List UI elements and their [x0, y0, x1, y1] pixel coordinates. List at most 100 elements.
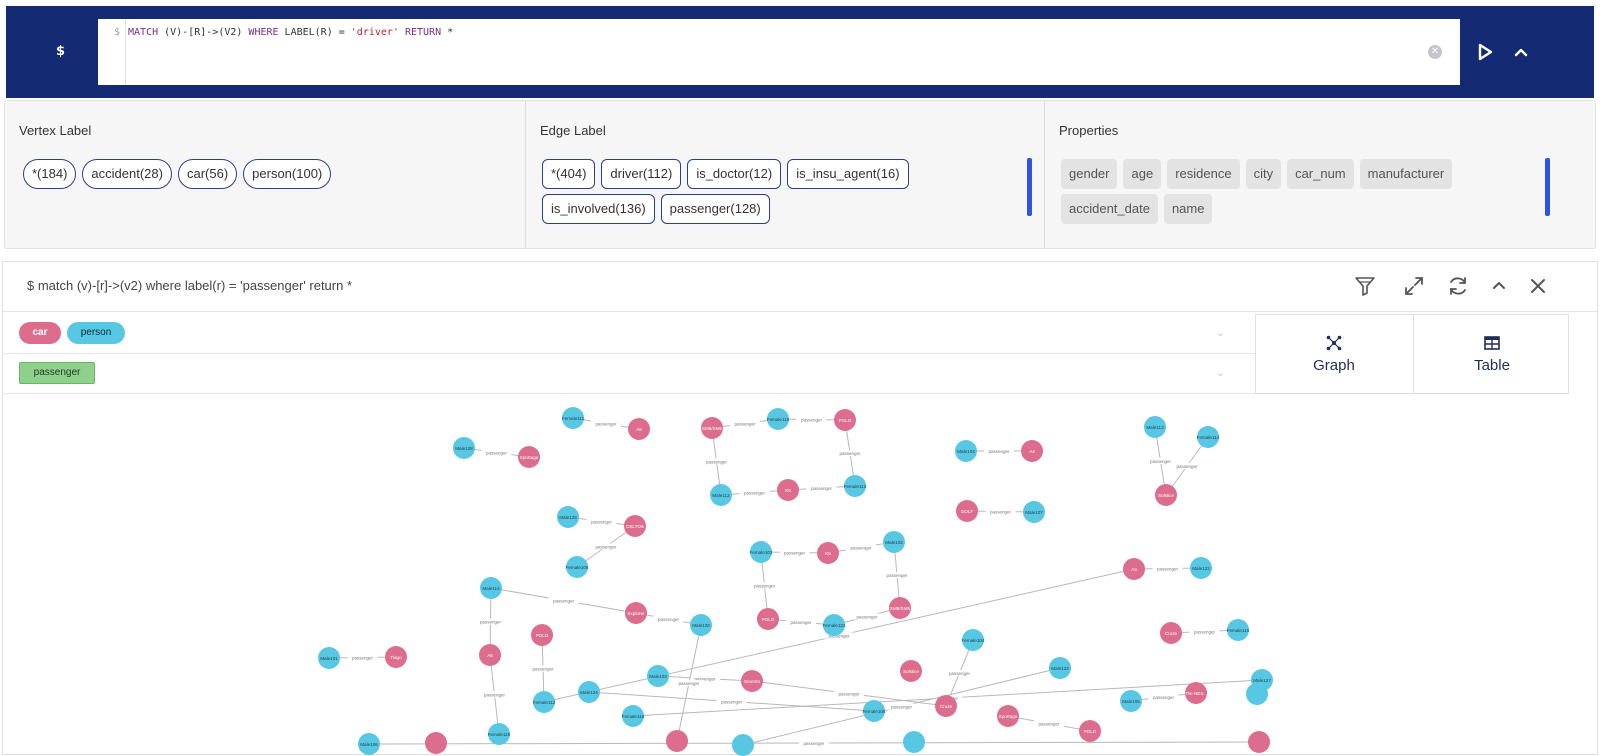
person-node[interactable]: Female112 [533, 691, 556, 713]
vertex-chip[interactable]: accident(28) [82, 159, 172, 189]
person-node[interactable]: Male124 [578, 681, 600, 703]
chevron-down-icon[interactable]: ⌄ [1216, 326, 1225, 339]
chevron-up-icon[interactable] [1512, 43, 1530, 61]
close-icon[interactable] [1526, 274, 1550, 298]
person-node[interactable]: Male101 [318, 647, 340, 669]
person-node[interactable]: Female106 [566, 556, 589, 578]
person-node[interactable]: Female102 [750, 541, 773, 563]
car-node[interactable]: Solstice [1155, 484, 1177, 506]
person-node[interactable]: Male112 [710, 484, 732, 506]
tab-table[interactable]: Table [1413, 315, 1569, 393]
car-node[interactable]: POLO [1079, 720, 1101, 742]
car-node[interactable]: POLO [757, 608, 779, 630]
person-node[interactable]: Male120 [690, 614, 712, 636]
car-node[interactable]: K5 [777, 479, 799, 501]
vertex-chip[interactable]: *(184) [23, 159, 77, 189]
edge-scrollbar[interactable] [1027, 158, 1032, 216]
expand-icon[interactable] [1402, 274, 1426, 298]
person-node[interactable]: Male114 [480, 577, 502, 599]
edge-chip[interactable]: is_doctor(12) [687, 159, 782, 189]
person-node[interactable]: Male102 [883, 531, 905, 553]
car-node-circle[interactable] [666, 730, 688, 752]
person-node[interactable] [732, 734, 754, 756]
query-editor[interactable]: $ MATCH (V)-[R]->(V2) WHERE LABEL(R) = '… [98, 19, 1460, 85]
person-node[interactable]: Female113 [844, 475, 867, 497]
person-node-circle[interactable] [732, 734, 754, 756]
person-node-circle[interactable] [903, 731, 925, 753]
property-chip[interactable]: residence [1167, 159, 1240, 189]
car-node[interactable]: Sorento [741, 670, 763, 692]
property-chip[interactable]: city [1245, 159, 1282, 189]
person-node[interactable]: Male123 [1190, 557, 1212, 579]
edge-chip[interactable]: is_insu_agent(16) [787, 159, 909, 189]
person-node[interactable]: Male108 [453, 437, 475, 459]
car-node[interactable]: SM6/SM5 [889, 597, 911, 619]
car-node[interactable]: Cruze [935, 695, 957, 717]
car-node-circle[interactable] [425, 732, 447, 754]
car-node-circle[interactable] [1248, 731, 1270, 753]
car-node[interactable]: Solstice [900, 660, 922, 682]
car-node[interactable]: A6 [479, 644, 501, 666]
property-chip[interactable]: accident_date [1061, 194, 1158, 224]
car-node[interactable]: A8 [628, 418, 650, 440]
person-node[interactable] [1246, 683, 1268, 705]
person-node[interactable]: Female118 [1227, 619, 1250, 641]
property-chip[interactable]: gender [1061, 159, 1118, 189]
person-node[interactable]: Male113 [1144, 416, 1166, 438]
car-node[interactable]: Sportage [518, 446, 540, 468]
run-icon[interactable] [1476, 43, 1494, 61]
person-node[interactable]: Female114 [1197, 426, 1220, 448]
car-node[interactable]: GOLF [956, 500, 978, 522]
person-node[interactable]: Male122 [1049, 657, 1071, 679]
person-node[interactable]: Female115 [767, 408, 790, 430]
properties-scrollbar[interactable] [1545, 158, 1550, 216]
person-node[interactable]: Male103 [647, 665, 669, 687]
clear-icon[interactable]: ✕ [1428, 45, 1442, 59]
car-node[interactable]: POLO [531, 624, 553, 646]
car-node[interactable]: POLO [834, 409, 856, 431]
car-node[interactable]: Sportage [997, 705, 1019, 727]
car-node[interactable]: Explorer [625, 602, 647, 624]
person-node[interactable]: Male104 [955, 440, 977, 462]
car-node[interactable]: CELTOS [624, 515, 646, 537]
person-node[interactable]: Female116 [622, 705, 645, 727]
legend-person[interactable]: person [67, 322, 125, 344]
car-node[interactable]: A3 [1123, 558, 1145, 580]
car-node[interactable]: The NEX... [1185, 682, 1207, 704]
person-node[interactable]: Male105 [1120, 690, 1142, 712]
property-chip[interactable]: name [1163, 194, 1213, 224]
filter-icon[interactable] [1353, 274, 1377, 298]
vertex-chip[interactable]: car(56) [177, 159, 238, 189]
property-chip[interactable]: age [1123, 159, 1162, 189]
chevron-down-icon[interactable]: ⌄ [1216, 366, 1225, 379]
car-node[interactable]: SM6/SM5 [701, 417, 723, 439]
person-node-circle[interactable] [1246, 683, 1268, 705]
graph-svg[interactable]: passenger passenger passenger passenger pass… [3, 394, 1597, 756]
graph-canvas[interactable]: passenger passenger passenger passenger pass… [3, 394, 1597, 756]
car-node[interactable]: Cruze [1160, 622, 1182, 644]
tab-graph[interactable]: Graph [1256, 315, 1412, 393]
legend-passenger[interactable]: passenger [19, 362, 95, 384]
property-chip[interactable]: car_num [1287, 159, 1354, 189]
person-node[interactable] [903, 731, 925, 753]
legend-car[interactable]: car [19, 322, 61, 344]
car-node[interactable]: A4 [1021, 440, 1043, 462]
person-node[interactable]: Female104 [962, 629, 985, 651]
person-node[interactable]: Female111 [562, 407, 585, 429]
edge-chip[interactable]: driver(112) [601, 159, 682, 189]
car-node[interactable] [1248, 731, 1270, 753]
edge-chip[interactable]: *(404) [542, 159, 596, 189]
refresh-icon[interactable] [1446, 274, 1470, 298]
car-node[interactable]: K5 [817, 542, 839, 564]
person-node[interactable]: Female110 [488, 723, 511, 745]
property-chip[interactable]: manufacturer [1359, 159, 1453, 189]
person-node[interactable]: Male107 [1023, 501, 1045, 523]
person-node[interactable]: Male125 [557, 506, 579, 528]
person-node[interactable]: Female105 [863, 700, 886, 722]
person-node[interactable]: Male106 [358, 733, 380, 755]
car-node[interactable] [425, 732, 447, 754]
car-node[interactable]: Tiago [385, 646, 407, 668]
vertex-chip[interactable]: person(100) [243, 159, 332, 189]
chevron-up-icon[interactable] [1487, 274, 1511, 298]
query-text[interactable]: MATCH (V)-[R]->(V2) WHERE LABEL(R) = 'dr… [128, 27, 453, 38]
